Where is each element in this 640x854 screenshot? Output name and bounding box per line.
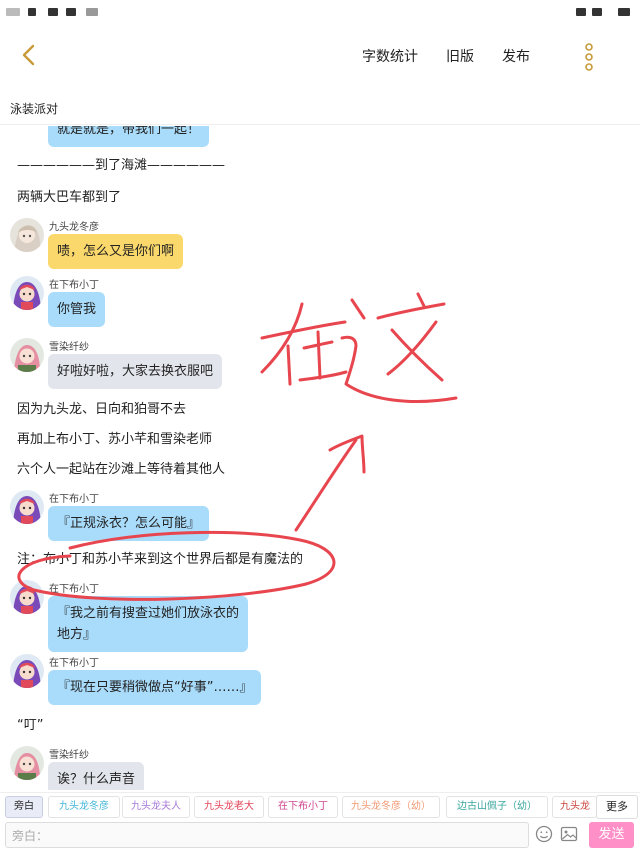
avatar[interactable] bbox=[10, 654, 44, 688]
battery-icon bbox=[618, 8, 630, 16]
narration[interactable]: 再加上布小丁、苏小芊和雪染老师 bbox=[17, 428, 212, 447]
signal-icon bbox=[28, 8, 36, 16]
character-selector: 旁白 九头龙冬彦 九头龙夫人 九头龙老大 在下布小丁 九头龙冬彦（幼） 边古山佩… bbox=[0, 792, 640, 819]
message-bubble[interactable]: 『我之前有搜查过她们放泳衣的 地方』 bbox=[48, 596, 249, 652]
message-bubble[interactable]: 诶？什么声音 bbox=[48, 762, 145, 790]
more-characters-button[interactable]: 更多 bbox=[596, 795, 638, 819]
narration[interactable]: 因为九头龙、日向和狛哥不去 bbox=[17, 398, 186, 417]
speaker-name: 雪染纤纱 bbox=[49, 750, 89, 761]
battery-icon bbox=[576, 8, 586, 16]
input-bar: 旁白： 发送 bbox=[0, 819, 640, 854]
send-button[interactable]: 发送 bbox=[589, 822, 634, 848]
character-chip[interactable]: 在下布小丁 bbox=[268, 796, 338, 818]
speaker-name: 在下布小丁 bbox=[49, 658, 99, 669]
avatar[interactable] bbox=[10, 276, 44, 310]
more-options-icon[interactable] bbox=[582, 42, 596, 72]
scene-break[interactable]: ——————到了海滩—————— bbox=[17, 154, 225, 173]
speaker-name: 九头龙冬彦 bbox=[49, 222, 99, 233]
story-chat-area[interactable]: 就是就是，带我们一起！ ——————到了海滩—————— 两辆大巴车都到了 九头… bbox=[0, 126, 640, 790]
signal-icon bbox=[6, 8, 20, 16]
message-bubble[interactable]: 啧，怎么又是你们啊 bbox=[48, 234, 184, 269]
narration[interactable]: 两辆大巴车都到了 bbox=[17, 186, 121, 205]
message-bubble[interactable]: 就是就是，带我们一起！ bbox=[48, 126, 210, 147]
speaker-name: 在下布小丁 bbox=[49, 280, 99, 291]
character-chip[interactable]: 九头龙 bbox=[552, 796, 597, 818]
speaker-name: 在下布小丁 bbox=[49, 584, 99, 595]
message-bubble[interactable]: 『正规泳衣？怎么可能』 bbox=[48, 506, 210, 541]
speaker-name: 在下布小丁 bbox=[49, 494, 99, 505]
top-navbar: 字数统计 旧版 发布 bbox=[0, 22, 640, 92]
message-input[interactable]: 旁白： bbox=[5, 822, 529, 848]
image-icon[interactable] bbox=[560, 825, 578, 843]
narration[interactable]: “叮” bbox=[17, 714, 43, 733]
avatar[interactable] bbox=[10, 218, 44, 252]
avatar[interactable] bbox=[10, 490, 44, 524]
wifi-icon bbox=[86, 8, 98, 16]
narration[interactable]: 六个人一起站在沙滩上等待着其他人 bbox=[17, 458, 225, 477]
note-narration[interactable]: 注：布小丁和苏小芊来到这个世界后都是有魔法的 bbox=[17, 548, 303, 567]
character-chip-narrator[interactable]: 旁白 bbox=[5, 796, 43, 818]
speaker-name: 雪染纤纱 bbox=[49, 342, 89, 353]
carrier-icon bbox=[48, 8, 58, 16]
battery-icon bbox=[592, 8, 602, 16]
character-chip[interactable]: 九头龙老大 bbox=[194, 796, 264, 818]
emoji-icon[interactable] bbox=[535, 825, 553, 843]
back-arrow-icon[interactable] bbox=[14, 40, 44, 70]
avatar[interactable] bbox=[10, 338, 44, 372]
character-chip[interactable]: 九头龙冬彦（幼） bbox=[342, 796, 440, 818]
message-bubble[interactable]: 你管我 bbox=[48, 292, 106, 327]
avatar[interactable] bbox=[10, 580, 44, 614]
carrier-icon bbox=[66, 8, 76, 16]
character-chip[interactable]: 九头龙冬彦 bbox=[48, 796, 120, 818]
message-bubble[interactable]: 『现在只要稍微做点“好事”……』 bbox=[48, 670, 262, 705]
character-chip[interactable]: 九头龙夫人 bbox=[122, 796, 190, 818]
old-version-button[interactable]: 旧版 bbox=[446, 46, 474, 66]
word-count-button[interactable]: 字数统计 bbox=[362, 46, 418, 66]
message-bubble[interactable]: 好啦好啦，大家去换衣服吧 bbox=[48, 354, 223, 389]
document-title: 泳装派对 bbox=[10, 102, 59, 116]
message-line: 地方』 bbox=[57, 627, 97, 642]
divider bbox=[0, 124, 640, 125]
avatar[interactable] bbox=[10, 746, 44, 780]
character-chip[interactable]: 边古山佩子（幼） bbox=[446, 796, 548, 818]
publish-button[interactable]: 发布 bbox=[502, 46, 530, 66]
message-line: 『我之前有搜查过她们放泳衣的 bbox=[57, 606, 240, 621]
status-bar bbox=[0, 0, 640, 22]
